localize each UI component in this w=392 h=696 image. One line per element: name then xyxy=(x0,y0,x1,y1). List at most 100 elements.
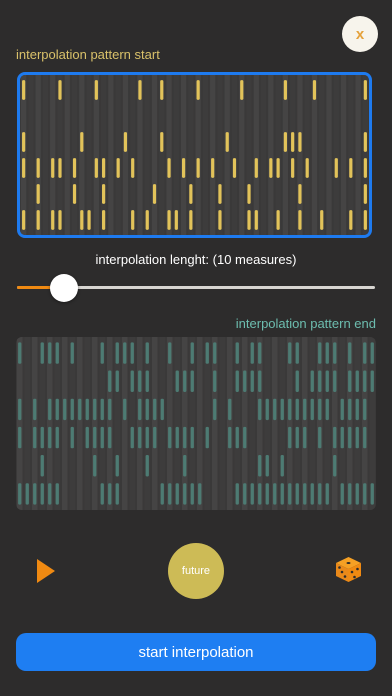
play-button[interactable] xyxy=(36,558,56,584)
pattern-end-note[interactable] xyxy=(190,483,194,505)
pattern-start-note[interactable] xyxy=(276,210,280,230)
pattern-end-note[interactable] xyxy=(85,398,89,421)
dice-button[interactable] xyxy=(335,556,362,583)
pattern-end-note[interactable] xyxy=(288,483,292,505)
pattern-start-note[interactable] xyxy=(22,210,26,230)
pattern-start-note[interactable] xyxy=(36,210,40,230)
pattern-end-note[interactable] xyxy=(310,483,314,505)
pattern-end-note[interactable] xyxy=(48,483,52,505)
pattern-end-note[interactable] xyxy=(33,398,37,421)
pattern-end-note[interactable] xyxy=(55,398,59,421)
pattern-end-note[interactable] xyxy=(228,398,232,421)
pattern-end-note[interactable] xyxy=(363,342,367,364)
pattern-end-note[interactable] xyxy=(130,342,134,364)
pattern-end-note[interactable] xyxy=(123,342,127,364)
pattern-end-note[interactable] xyxy=(183,370,187,392)
pattern-end-grid[interactable] xyxy=(16,337,376,510)
pattern-start-note[interactable] xyxy=(181,158,186,178)
pattern-end-note[interactable] xyxy=(48,342,52,364)
pattern-end-note[interactable] xyxy=(93,398,97,421)
pattern-end-note[interactable] xyxy=(333,342,337,364)
pattern-start-note[interactable] xyxy=(80,210,84,230)
pattern-start-note[interactable] xyxy=(58,210,62,230)
pattern-start-note[interactable] xyxy=(291,158,295,178)
pattern-end-note[interactable] xyxy=(48,398,52,421)
pattern-end-note[interactable] xyxy=(288,426,292,449)
pattern-start-note[interactable] xyxy=(363,210,367,230)
pattern-end-note[interactable] xyxy=(153,426,157,449)
pattern-end-note[interactable] xyxy=(273,398,277,421)
pattern-start-note[interactable] xyxy=(116,158,120,178)
pattern-end-note[interactable] xyxy=(340,426,344,449)
pattern-end-note[interactable] xyxy=(198,483,202,505)
pattern-end-note[interactable] xyxy=(18,483,22,505)
pattern-end-note[interactable] xyxy=(280,483,284,505)
pattern-end-note[interactable] xyxy=(370,483,374,505)
pattern-start-note[interactable] xyxy=(196,80,200,100)
pattern-start-note[interactable] xyxy=(167,210,171,230)
pattern-end-note[interactable] xyxy=(325,398,329,421)
pattern-end-note[interactable] xyxy=(325,342,329,364)
pattern-end-note[interactable] xyxy=(183,455,187,477)
pattern-end-note[interactable] xyxy=(160,398,164,421)
pattern-end-note[interactable] xyxy=(258,483,262,505)
pattern-end-note[interactable] xyxy=(295,426,299,449)
pattern-end-note[interactable] xyxy=(168,426,172,449)
pattern-end-note[interactable] xyxy=(40,426,44,449)
pattern-end-note[interactable] xyxy=(123,398,127,421)
pattern-end-note[interactable] xyxy=(355,398,359,421)
pattern-start-note[interactable] xyxy=(196,158,200,178)
pattern-end-note[interactable] xyxy=(325,483,329,505)
pattern-end-note[interactable] xyxy=(295,342,299,364)
pattern-end-note[interactable] xyxy=(288,342,292,364)
pattern-end-note[interactable] xyxy=(363,426,367,449)
pattern-end-note[interactable] xyxy=(213,342,217,364)
pattern-end-note[interactable] xyxy=(63,398,67,421)
pattern-end-note[interactable] xyxy=(40,483,44,505)
pattern-end-note[interactable] xyxy=(333,455,337,477)
pattern-start-note[interactable] xyxy=(349,158,353,178)
pattern-start-note[interactable] xyxy=(291,132,295,152)
pattern-end-note[interactable] xyxy=(355,370,359,392)
pattern-start-note[interactable] xyxy=(320,210,324,230)
pattern-end-note[interactable] xyxy=(295,483,299,505)
pattern-end-note[interactable] xyxy=(250,370,254,392)
pattern-end-note[interactable] xyxy=(18,426,22,449)
pattern-start-note[interactable] xyxy=(218,210,222,230)
pattern-end-note[interactable] xyxy=(363,398,367,421)
pattern-start-note[interactable] xyxy=(102,210,106,230)
pattern-start-note[interactable] xyxy=(22,158,26,178)
pattern-end-note[interactable] xyxy=(363,370,367,392)
pattern-end-note[interactable] xyxy=(310,398,314,421)
pattern-end-note[interactable] xyxy=(115,483,119,505)
pattern-end-note[interactable] xyxy=(280,398,284,421)
pattern-end-note[interactable] xyxy=(175,483,179,505)
pattern-start-note[interactable] xyxy=(232,158,237,178)
pattern-end-note[interactable] xyxy=(280,455,284,477)
pattern-end-note[interactable] xyxy=(48,426,52,449)
pattern-start-note[interactable] xyxy=(22,132,26,152)
pattern-end-note[interactable] xyxy=(205,342,209,364)
pattern-end-note[interactable] xyxy=(340,483,344,505)
pattern-end-note[interactable] xyxy=(235,342,239,364)
pattern-start-note[interactable] xyxy=(240,80,244,100)
pattern-start-note[interactable] xyxy=(131,158,135,178)
pattern-end-note[interactable] xyxy=(228,426,232,449)
pattern-end-note[interactable] xyxy=(295,370,299,392)
pattern-start-note[interactable] xyxy=(51,158,55,178)
pattern-end-note[interactable] xyxy=(33,483,37,505)
pattern-start-note[interactable] xyxy=(72,184,77,204)
pattern-start-note[interactable] xyxy=(189,184,193,204)
pattern-end-note[interactable] xyxy=(333,370,337,392)
pattern-end-note[interactable] xyxy=(235,370,239,392)
pattern-start-note[interactable] xyxy=(269,158,273,178)
pattern-start-note[interactable] xyxy=(225,132,229,152)
pattern-end-note[interactable] xyxy=(363,483,367,505)
pattern-start-note[interactable] xyxy=(102,184,106,204)
pattern-end-note[interactable] xyxy=(190,342,194,364)
pattern-start-note[interactable] xyxy=(80,132,84,152)
pattern-end-note[interactable] xyxy=(265,483,269,505)
pattern-end-note[interactable] xyxy=(108,426,112,449)
pattern-end-note[interactable] xyxy=(175,426,179,449)
pattern-start-note[interactable] xyxy=(36,184,40,204)
